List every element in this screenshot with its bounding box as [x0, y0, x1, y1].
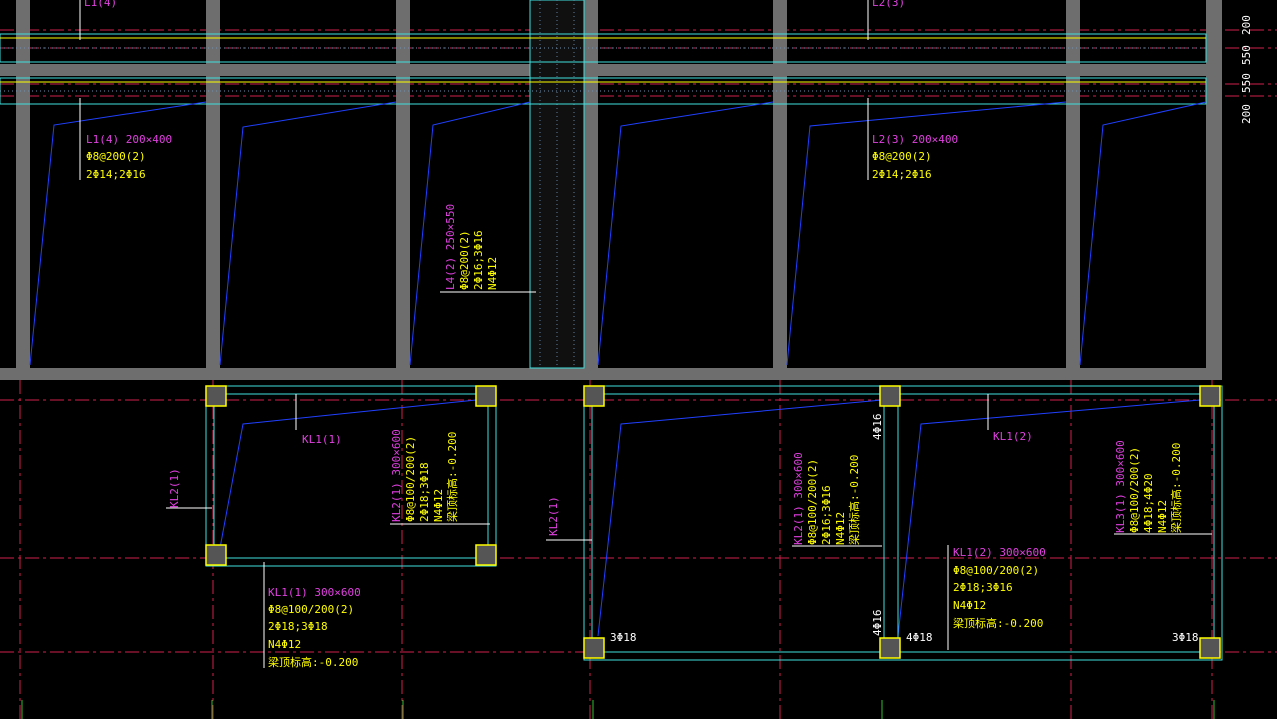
dim-1: 200 [1240, 15, 1253, 35]
label-kl1-1-elev: 梁顶标高:-0.200 [268, 655, 358, 669]
wall-column-5 [1066, 0, 1080, 372]
label-kl1-2-bars: 2Φ18;3Φ16 [953, 581, 1013, 594]
label-kl2b-name: KL2(1) 300×600 [792, 452, 805, 545]
dim-4-group: 200 [1240, 104, 1253, 124]
wall-column-3 [584, 0, 598, 372]
label-top-left-cut: L1(4) [84, 0, 117, 9]
dim-1-group: 200 [1240, 15, 1253, 35]
drawing-background [0, 0, 1277, 719]
label-mid-4phi16-top: 4Φ16 [871, 414, 884, 441]
label-bottom-4phi18: 4Φ18 [906, 631, 933, 644]
label-kl3-elev: 梁顶标高:-0.200 [1169, 443, 1183, 533]
wall-column-2 [396, 0, 410, 372]
label-kl1-2-tag: KL1(2) [993, 430, 1033, 443]
column-3 [475, 544, 497, 566]
label-bottom-3phi18-b: 3Φ18 [1172, 631, 1199, 644]
label-mid-4phi16-top-group: 4Φ16 [871, 414, 884, 441]
wall-column-1 [206, 0, 220, 372]
cad-drawing-canvas[interactable]: L1(4) L2(3) L1(4) 200×400 Φ8@200(2) 2Φ14… [0, 0, 1277, 719]
label-kl1-1-tag: KL1(1) [302, 433, 342, 446]
label-bottom-3phi18-a: 3Φ18 [610, 631, 637, 644]
column-4 [583, 385, 605, 407]
label-kl2b-elev: 梁顶标高:-0.200 [847, 455, 861, 545]
wall-band-bottom [0, 368, 1222, 380]
wall-column-6 [1206, 0, 1222, 380]
dim-4: 200 [1240, 104, 1253, 124]
label-l4-name: L4(2) 250×550 [444, 204, 457, 290]
column-7 [583, 637, 605, 659]
label-l2-bars: 2Φ14;2Φ16 [872, 168, 932, 181]
label-mid-4phi16-bot: 4Φ16 [871, 610, 884, 637]
label-kl3-waist: N4Φ12 [1156, 500, 1169, 533]
column-9 [1199, 637, 1221, 659]
label-kl2-elev: 梁顶标高:-0.200 [445, 432, 459, 522]
label-kl1-2-elev: 梁顶标高:-0.200 [953, 616, 1043, 630]
label-kl2-mid-group: KL2(1) [547, 496, 560, 536]
wall-band-top [0, 64, 1222, 76]
dim-3-group: 550 [1240, 73, 1253, 93]
label-l2-name: L2(3) 200×400 [872, 133, 958, 146]
label-l4-bars: 2Φ16;3Φ16 [472, 230, 485, 290]
label-kl3-name: KL3(1) 300×600 [1114, 440, 1127, 533]
label-l1-stirrup: Φ8@200(2) [86, 150, 146, 163]
column-0 [205, 385, 227, 407]
label-kl2-name: KL2(1) 300×600 [390, 429, 403, 522]
label-kl2-stirrup: Φ8@100/200(2) [404, 436, 417, 522]
column-6 [1199, 385, 1221, 407]
label-kl3-stirrup: Φ8@100/200(2) [1128, 447, 1141, 533]
label-l1-name: L1(4) 200×400 [86, 133, 172, 146]
label-kl1-1-bars: 2Φ18;3Φ18 [268, 620, 328, 633]
label-kl2-bars: 2Φ18;3Φ18 [418, 462, 431, 522]
column-8 [879, 637, 901, 659]
label-kl2-left-tag: KL2(1) [168, 468, 181, 508]
label-kl1-2-stirrup: Φ8@100/200(2) [953, 564, 1039, 577]
label-kl3-bars: 4Φ18;4Φ20 [1142, 473, 1155, 533]
label-l4-stirrup: Φ8@200(2) [458, 230, 471, 290]
label-kl2b-waist: N4Φ12 [834, 512, 847, 545]
label-kl1-1-stirrup: Φ8@100/200(2) [268, 603, 354, 616]
wall-column-4 [773, 0, 787, 372]
label-kl2b-stirrup: Φ8@100/200(2) [806, 459, 819, 545]
dim-2-group: 550 [1240, 45, 1253, 65]
wall-column-0 [16, 0, 30, 372]
label-mid-4phi16-bot-group: 4Φ16 [871, 610, 884, 637]
label-kl1-2-waist: N4Φ12 [953, 599, 986, 612]
dim-3: 550 [1240, 73, 1253, 93]
label-l1-bars: 2Φ14;2Φ16 [86, 168, 146, 181]
label-l2-stirrup: Φ8@200(2) [872, 150, 932, 163]
label-l4-waist: N4Φ12 [486, 257, 499, 290]
label-kl2b-bars: 2Φ16;3Φ16 [820, 485, 833, 545]
label-kl1-1-waist: N4Φ12 [268, 638, 301, 651]
dim-2: 550 [1240, 45, 1253, 65]
column-1 [475, 385, 497, 407]
column-2 [205, 544, 227, 566]
label-kl1-2-name: KL1(2) 300×600 [953, 546, 1046, 559]
label-top-mid-cut: L2(3) [872, 0, 905, 9]
label-kl2-waist: N4Φ12 [432, 489, 445, 522]
label-kl2-left-group: KL2(1) [168, 468, 181, 508]
label-kl2-mid-tag: KL2(1) [547, 496, 560, 536]
column-5 [879, 385, 901, 407]
label-kl1-1-name: KL1(1) 300×600 [268, 586, 361, 599]
